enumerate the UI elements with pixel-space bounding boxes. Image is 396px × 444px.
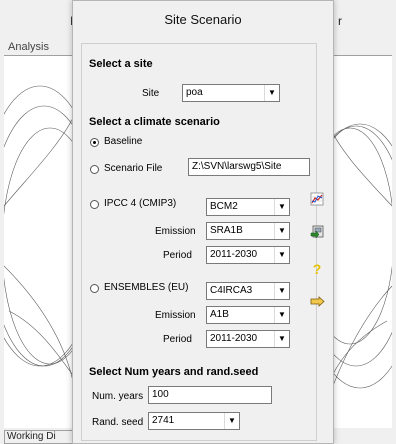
ensembles-label: ENSEMBLES (EU)	[104, 282, 189, 293]
scenario-group-box: Select a site Site poa ▼ Select a climat…	[81, 43, 317, 441]
chevron-down-icon[interactable]: ▼	[274, 283, 289, 299]
ipcc-model-combobox[interactable]: BCM2 ▼	[206, 198, 290, 216]
ipcc-period-combobox[interactable]: 2011-2030 ▼	[206, 246, 290, 264]
baseline-radio[interactable]	[90, 138, 99, 147]
chevron-down-icon[interactable]: ▼	[274, 247, 289, 263]
ipcc-emission-value: SRA1B	[210, 225, 243, 236]
num-years-field[interactable]: 100	[148, 386, 272, 404]
ensembles-emission-combobox[interactable]: A1B ▼	[206, 306, 290, 324]
scenario-file-label: Scenario File	[104, 163, 163, 174]
site-scenario-dialog: Site Scenario Select a site Site poa ▼ S…	[72, 0, 334, 444]
ensembles-model-combobox[interactable]: C4IRCA3 ▼	[206, 282, 290, 300]
ipcc-period-value: 2011-2030	[210, 249, 258, 260]
chevron-down-icon[interactable]: ▼	[224, 413, 239, 429]
rand-seed-label: Rand. seed	[92, 417, 144, 428]
ensembles-period-combobox[interactable]: 2011-2030 ▼	[206, 330, 290, 348]
ensembles-model-value: C4IRCA3	[210, 285, 253, 296]
rand-seed-combobox[interactable]: 2741 ▼	[148, 412, 240, 430]
chevron-down-icon[interactable]: ▼	[274, 199, 289, 215]
climate-scenario-heading: Select a climate scenario	[89, 116, 220, 128]
ipcc-emission-combobox[interactable]: SRA1B ▼	[206, 222, 290, 240]
num-years-seed-heading: Select Num years and rand.seed	[89, 366, 259, 378]
ensembles-period-value: 2011-2030	[210, 333, 258, 344]
ensembles-radio[interactable]	[90, 284, 99, 293]
chart-icon[interactable]	[309, 191, 325, 207]
site-label: Site	[142, 88, 160, 99]
import-icon[interactable]	[309, 223, 325, 239]
chevron-down-icon[interactable]: ▼	[264, 85, 279, 101]
pointer-icon[interactable]	[309, 293, 325, 309]
ipcc-model-value: BCM2	[210, 201, 238, 212]
scenario-file-field[interactable]: Z:\SVN\larswg5\Site	[188, 158, 310, 176]
ipcc-emission-label: Emission	[155, 226, 196, 237]
chevron-down-icon[interactable]: ▼	[274, 307, 289, 323]
ipcc-radio[interactable]	[90, 200, 99, 209]
chevron-down-icon[interactable]: ▼	[274, 223, 289, 239]
tab-analysis[interactable]: Analysis	[4, 41, 53, 53]
chevron-down-icon[interactable]: ▼	[274, 331, 289, 347]
dialog-title: Site Scenario	[73, 1, 333, 43]
ipcc-label: IPCC 4 (CMIP3)	[104, 198, 177, 209]
help-icon[interactable]: ?	[309, 261, 325, 277]
num-years-label: Num. years	[92, 391, 144, 402]
select-site-heading: Select a site	[89, 58, 153, 70]
ipcc-period-label: Period	[163, 250, 192, 261]
baseline-label: Baseline	[104, 136, 143, 147]
background-title-fragment-right: r	[338, 14, 342, 28]
site-combobox[interactable]: poa ▼	[182, 84, 280, 102]
rand-seed-value: 2741	[152, 415, 175, 426]
site-value: poa	[186, 87, 203, 98]
ensembles-emission-value: A1B	[210, 309, 229, 320]
scenario-file-radio[interactable]	[90, 165, 99, 174]
ensembles-period-label: Period	[163, 334, 192, 345]
ensembles-emission-label: Emission	[155, 310, 196, 321]
